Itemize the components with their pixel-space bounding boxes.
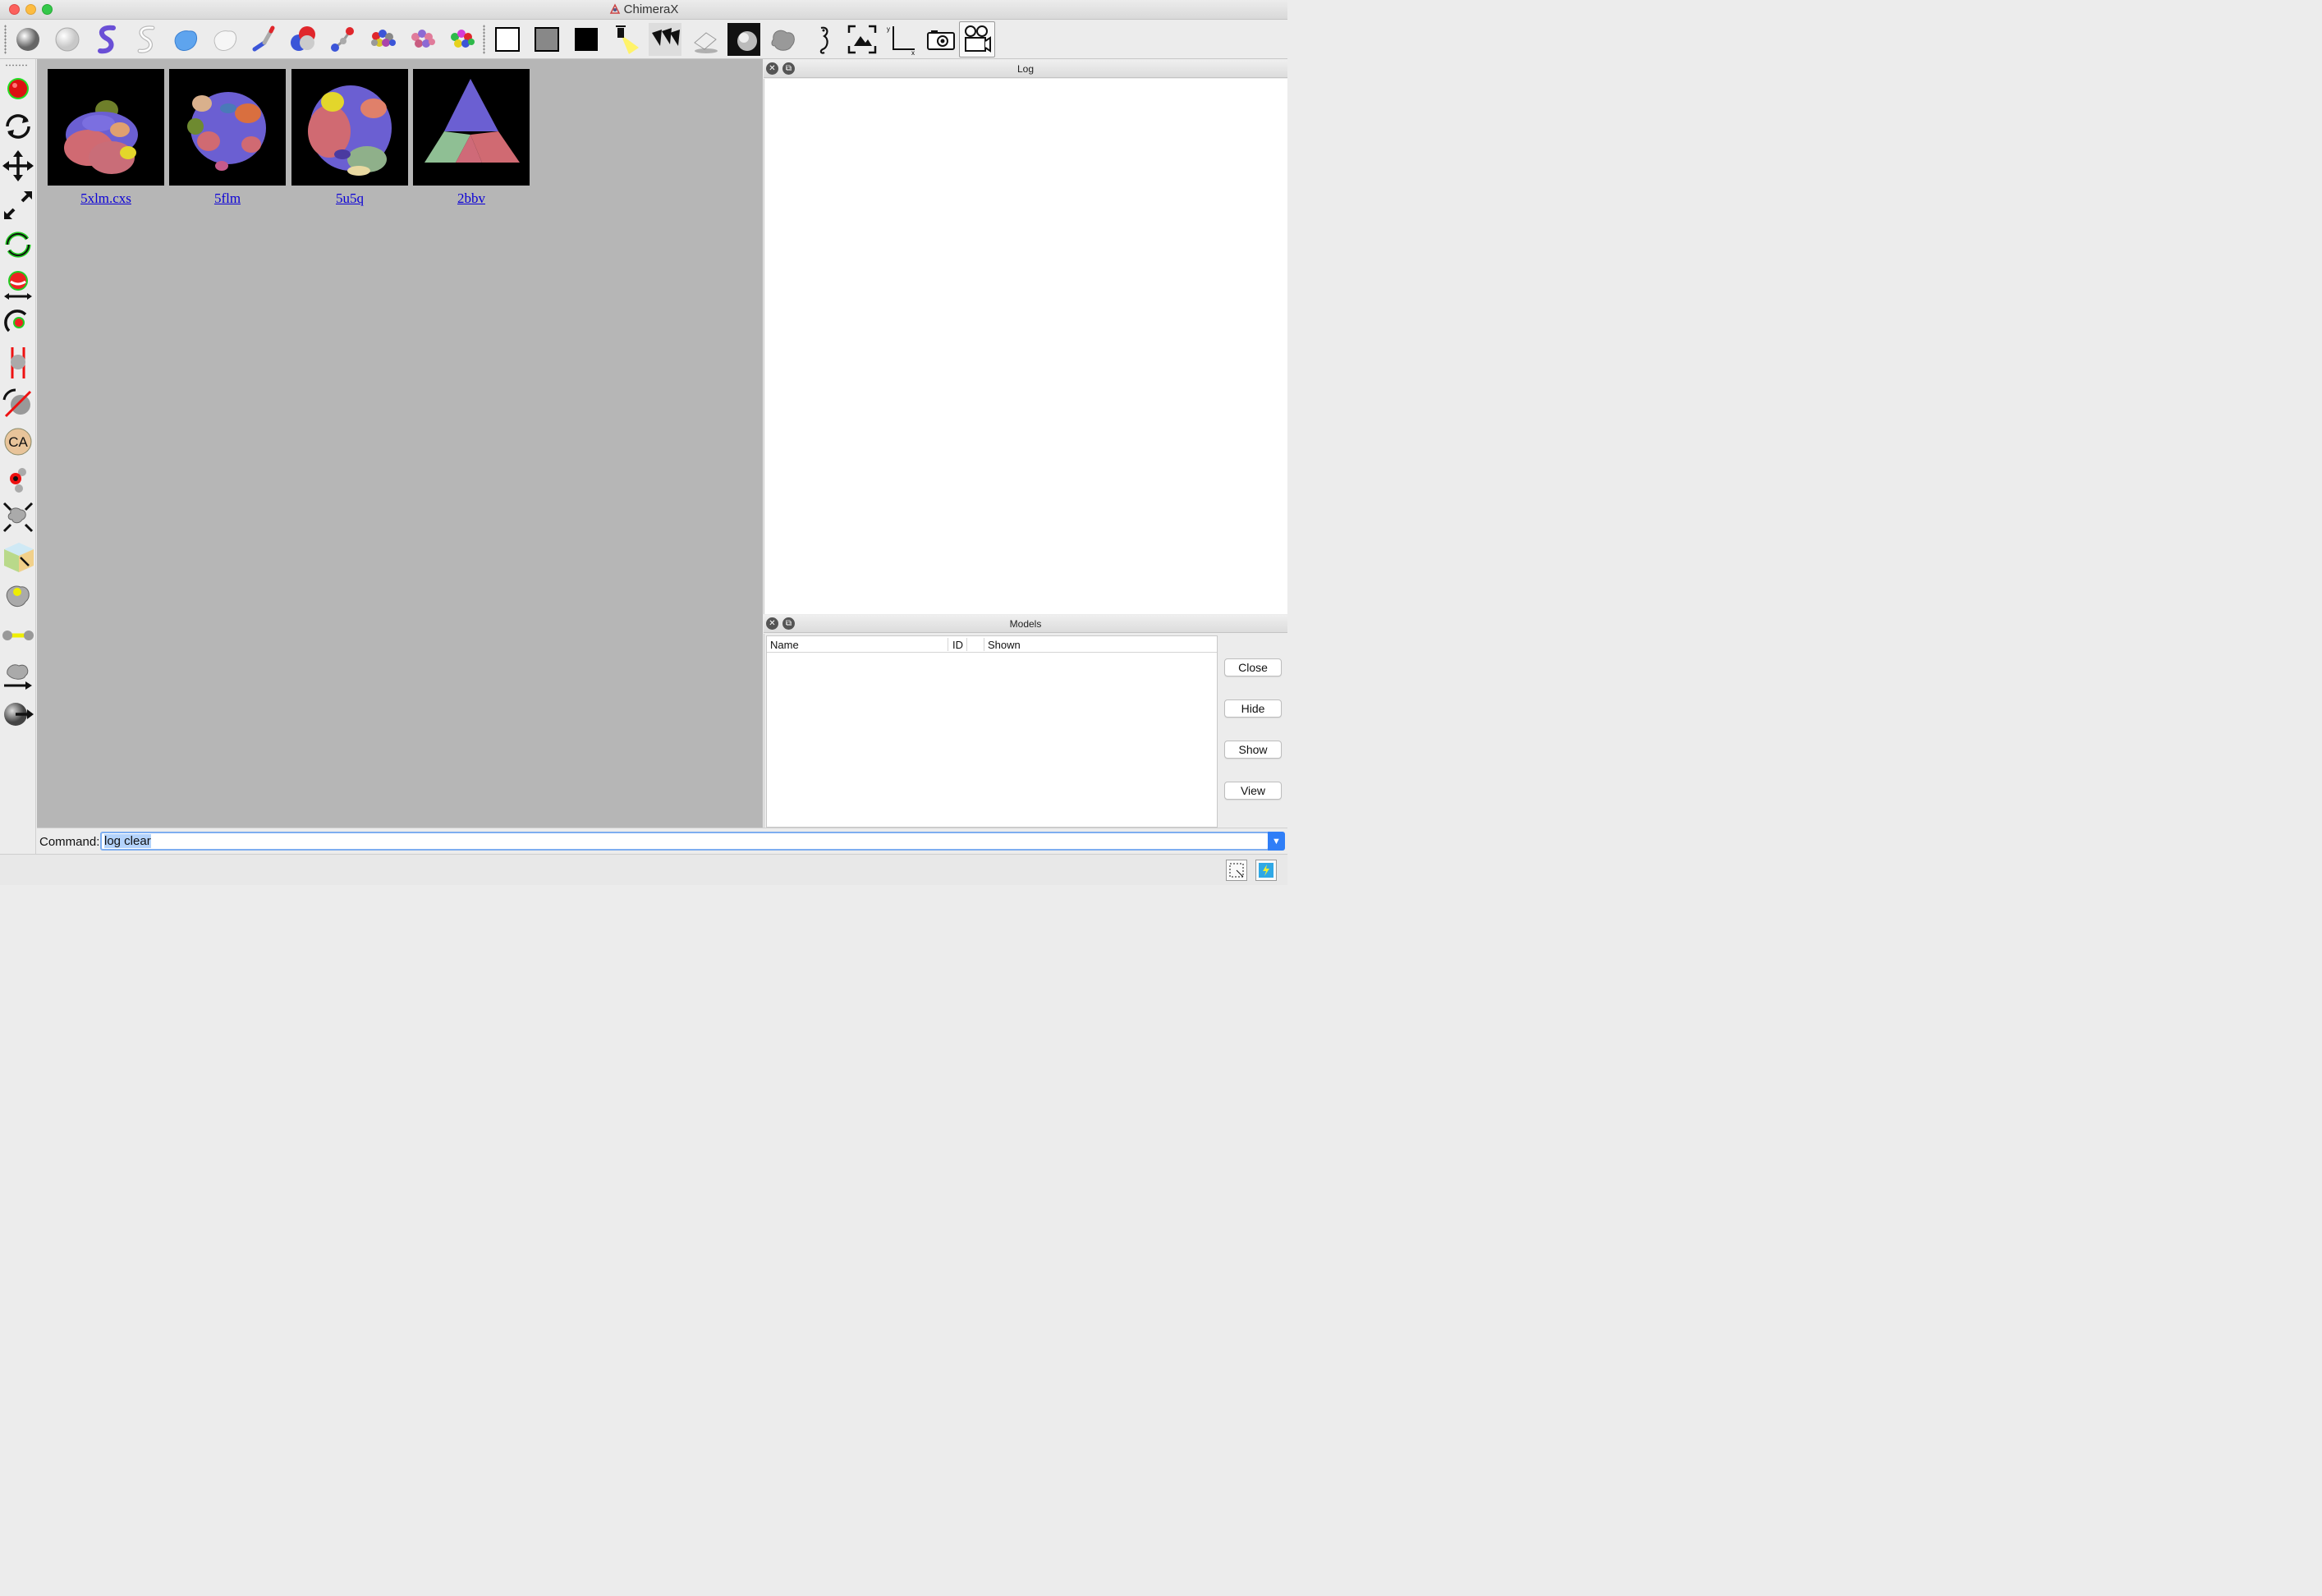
ball-and-stick-icon[interactable] [325,21,361,57]
toolbar-grip[interactable] [4,25,7,54]
ribbon-outline-icon[interactable] [128,21,164,57]
models-panel-header: ✕ ⧉ Models [764,615,1287,633]
structure-thumbnail-image[interactable] [291,69,408,186]
translate-atom-icon[interactable] [1,266,35,302]
structure-thumbnail-image[interactable] [413,69,530,186]
rotate-icon[interactable] [1,108,35,144]
close-button[interactable]: Close [1224,658,1282,676]
main-toolbar: yx [0,20,1287,59]
white-background-icon[interactable] [489,21,525,57]
log-panel-header: ✕ ⧉ Log [764,60,1287,78]
thumbnail-5xlm[interactable]: 5xlm.cxs [48,69,164,207]
sphere-gray-icon[interactable] [10,21,46,57]
command-text: log clear [104,834,151,848]
hide-button[interactable]: Hide [1224,699,1282,718]
crop-box-icon[interactable] [1,539,35,575]
label-ca-icon[interactable]: CA [1,424,35,460]
clip-icon[interactable] [1,345,35,381]
select-icon[interactable] [1,71,35,107]
chimerax-logo-icon [609,3,621,15]
full-lighting-icon[interactable] [686,21,723,57]
bond-icon[interactable] [1,617,35,654]
move-planes-icon[interactable] [1,657,35,693]
ribbon-purple-icon[interactable] [89,21,125,57]
flat-lighting-icon[interactable] [726,21,762,57]
select-region-icon[interactable] [1226,860,1247,881]
sphere-white-icon[interactable] [49,21,85,57]
thumbnail-link[interactable]: 2bbv [413,190,530,207]
thumbnail-link[interactable]: 5xlm.cxs [48,190,164,207]
graphics-update-icon[interactable] [1255,860,1277,881]
window-titlebar: ChimeraX [0,0,1287,20]
svg-text:y: y [887,25,890,33]
pick-blob-icon[interactable] [1,461,35,498]
clip-rotate-icon[interactable] [1,384,35,420]
column-header-name[interactable]: Name [770,639,799,651]
seahorse-icon[interactable] [805,21,841,57]
axes-icon[interactable]: yx [883,21,920,57]
models-panel-title: Models [1009,618,1042,630]
thumbnail-link[interactable]: 5flm [169,190,286,207]
camera-icon[interactable] [923,21,959,57]
show-button[interactable]: Show [1224,741,1282,759]
movie-icon[interactable] [959,21,995,57]
thumbnail-5u5q[interactable]: 5u5q [291,69,408,207]
soft-lighting-icon[interactable] [647,21,683,57]
chevron-down-icon[interactable]: ▼ [1268,832,1285,851]
log-content[interactable] [764,79,1287,614]
mark-surface-icon[interactable] [1,578,35,614]
surface-white-icon[interactable] [207,21,243,57]
atoms-pink-icon[interactable] [404,21,440,57]
window-title: ChimeraX [623,2,679,16]
pivot-icon[interactable] [1,696,35,732]
move-picked-icon[interactable] [1,499,35,535]
simple-lighting-icon[interactable] [608,21,644,57]
svg-text:x: x [911,49,915,56]
atoms-rainbow-icon[interactable] [443,21,480,57]
column-header-id[interactable]: ID [952,639,963,651]
ball-atom-icon[interactable] [286,21,322,57]
mouse-mode-toolbar: CA [0,59,36,854]
models-table[interactable]: Name ID Shown [766,635,1218,828]
translate-icon[interactable] [1,148,35,184]
status-bar [0,854,1287,885]
thumbnail-link[interactable]: 5u5q [291,190,408,207]
log-panel-title: Log [1016,63,1035,75]
command-line: Command: log clear ▼ [37,828,1287,854]
graphics-window[interactable]: 5xlm.cxs 5flm 5u5q 2bbv [37,59,763,828]
models-table-header: Name ID Shown [767,636,1217,653]
atoms-colored-icon[interactable] [365,21,401,57]
thumbnail-2bbv[interactable]: 2bbv [413,69,530,207]
stick-icon[interactable] [246,21,282,57]
toolbar-grip[interactable] [483,25,485,54]
structure-thumbnail-image[interactable] [48,69,164,186]
black-background-icon[interactable] [568,21,604,57]
label-ca-text: CA [8,434,28,450]
command-input[interactable]: log clear [100,832,1269,851]
rotate-selected-icon[interactable] [1,227,35,263]
models-panel: Name ID Shown Close Hide Show View [764,634,1287,828]
volume-blob-icon[interactable] [765,21,801,57]
column-header-shown[interactable]: Shown [988,639,1021,651]
surface-blue-icon[interactable] [167,21,204,57]
view-button[interactable]: View [1224,782,1282,800]
thumbnail-5flm[interactable]: 5flm [169,69,286,207]
zoom-icon[interactable] [1,187,35,223]
command-label: Command: [39,835,100,849]
toolbar-grip[interactable] [5,64,28,66]
structure-thumbnail-image[interactable] [169,69,286,186]
rotate-atom-icon[interactable] [1,305,35,342]
view-all-icon[interactable] [844,21,880,57]
gray-background-icon[interactable] [529,21,565,57]
